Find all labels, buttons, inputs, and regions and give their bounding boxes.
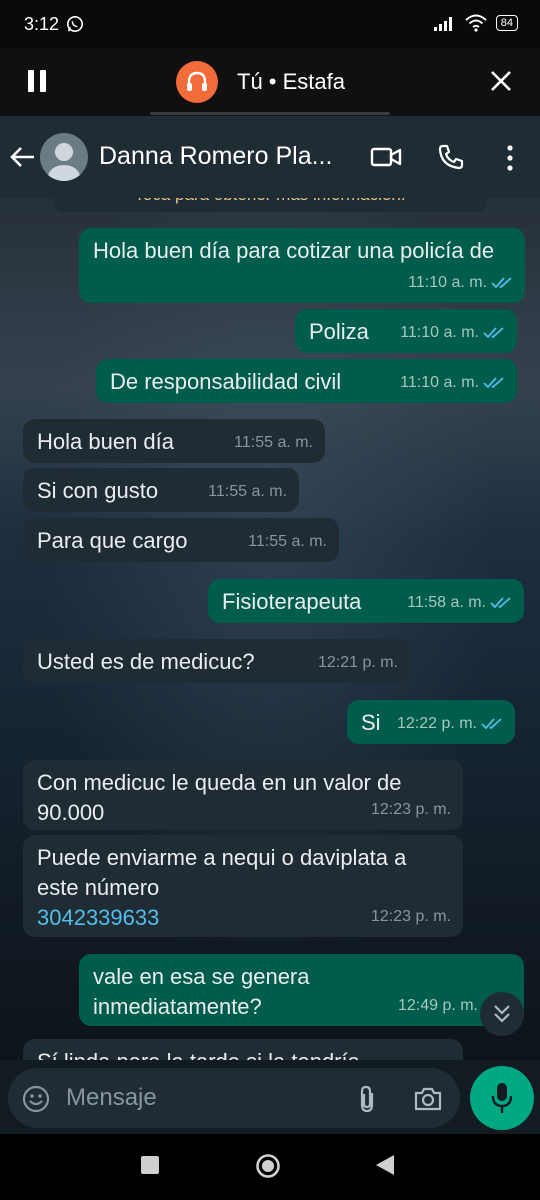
message-meta: 12:23 p. m.	[371, 902, 451, 932]
message-meta: 11:10 a. m.	[400, 368, 505, 398]
message-meta: 11:55 a. m.	[234, 428, 313, 458]
message-time: 11:55 a. m.	[248, 533, 327, 550]
double-chevron-down-icon	[494, 1005, 510, 1023]
status-time: 3:12	[24, 14, 60, 34]
read-ticks-icon	[491, 277, 512, 289]
battery-indicator: 84	[495, 15, 518, 31]
message-time: 11:10 a. m.	[400, 374, 479, 391]
message-incoming[interactable]: Con medicuc le queda en un valor de 90.0…	[23, 760, 463, 830]
message-text: Si con gusto	[37, 478, 159, 503]
message-text: Hola buen día	[37, 429, 174, 454]
attach-icon[interactable]	[354, 1084, 380, 1114]
read-ticks-icon	[481, 718, 502, 730]
scroll-to-bottom-button[interactable]	[480, 992, 524, 1036]
wifi-icon	[465, 14, 487, 32]
message-time: 12:49 p. m.	[397, 997, 478, 1014]
message-time: 12:23 p. m.	[370, 801, 451, 818]
call-divider	[150, 112, 390, 115]
message-time: 11:10 a. m.	[408, 274, 487, 291]
message-text: Fisioterapeuta	[222, 589, 362, 614]
message-meta: 12:23 p. m.	[371, 795, 451, 825]
signal-icon	[433, 17, 452, 31]
message-composer: Mensaje	[0, 1060, 540, 1134]
message-incoming[interactable]: Sí linda para la tarde si la tendría	[23, 1039, 463, 1060]
call-banner[interactable]: Tú • Estafa	[0, 48, 540, 114]
message-time: 12:21 p. m.	[317, 654, 398, 671]
phone-number-link[interactable]: 3042339633	[37, 905, 159, 930]
message-outgoing[interactable]: Fisioterapeuta 11:58 a. m.	[208, 579, 524, 623]
headphones-icon	[187, 71, 207, 91]
pause-icon[interactable]	[28, 70, 48, 92]
message-meta: 11:55 a. m.	[208, 477, 287, 507]
phone-call-icon[interactable]	[437, 143, 465, 171]
camera-icon[interactable]	[413, 1086, 443, 1112]
security-notice[interactable]: Toca para obtener más información.	[54, 198, 486, 212]
read-ticks-icon	[490, 597, 511, 609]
message-meta: 11:58 a. m.	[407, 588, 512, 618]
message-outgoing[interactable]: vale en esa se genera inmediatamente? 12…	[79, 954, 524, 1026]
recent-apps-icon[interactable]	[141, 1156, 159, 1174]
message-outgoing[interactable]: Hola buen día para cotizar una policía d…	[79, 228, 525, 303]
message-incoming[interactable]: Puede enviarme a nequi o daviplata a est…	[23, 835, 463, 937]
message-time: 12:22 p. m.	[396, 715, 477, 732]
message-text: vale en esa se genera inmediatamente?	[93, 964, 310, 1019]
message-outgoing[interactable]: De responsabilidad civil 11:10 a. m.	[96, 359, 517, 403]
more-options-icon[interactable]	[500, 144, 520, 172]
message-meta: 11:55 a. m.	[248, 527, 327, 557]
message-text: Usted es de medicuc?	[37, 649, 255, 674]
video-call-icon[interactable]	[370, 144, 402, 170]
voice-message-button[interactable]	[470, 1066, 534, 1130]
default-avatar-icon	[48, 143, 80, 181]
message-input[interactable]: Mensaje	[66, 1084, 157, 1112]
contact-name[interactable]: Danna Romero Pla...	[99, 142, 332, 171]
home-icon[interactable]	[255, 1153, 281, 1179]
message-meta: 12:21 p. m.	[318, 648, 398, 678]
message-incoming[interactable]: Hola buen día 11:55 a. m.	[23, 419, 325, 463]
read-ticks-icon	[483, 327, 504, 339]
call-title: Tú • Estafa	[237, 69, 345, 94]
message-text: Con medicuc le queda en un valor de 90.0…	[37, 770, 402, 825]
system-navigation-bar	[0, 1134, 540, 1200]
call-headphones-badge	[176, 61, 218, 103]
message-time: 12:23 p. m.	[370, 908, 451, 925]
status-bar: 3:12 84	[0, 0, 540, 48]
message-meta: 11:10 a. m.	[408, 268, 513, 298]
message-text: Hola buen día para cotizar una policía d…	[93, 238, 495, 263]
close-icon[interactable]	[490, 70, 512, 92]
whatsapp-icon	[66, 15, 84, 33]
message-meta: 12:22 p. m.	[397, 709, 503, 739]
back-triangle-icon[interactable]	[374, 1153, 396, 1177]
chat-header: Danna Romero Pla...	[0, 116, 540, 198]
message-text: De responsabilidad civil	[110, 369, 342, 394]
message-text: Para que cargo	[37, 528, 188, 553]
back-arrow-icon[interactable]	[8, 143, 36, 171]
message-time: 11:55 a. m.	[208, 483, 287, 500]
message-input-box[interactable]: Mensaje	[8, 1068, 460, 1128]
message-outgoing[interactable]: Poliza 11:10 a. m.	[295, 309, 517, 353]
message-time: 11:10 a. m.	[400, 324, 479, 341]
message-meta: 11:10 a. m.	[400, 318, 505, 348]
message-time: 11:55 a. m.	[234, 434, 313, 451]
message-incoming[interactable]: Para que cargo 11:55 a. m.	[23, 518, 339, 562]
message-time: 11:58 a. m.	[407, 594, 486, 611]
message-text: Poliza	[309, 319, 369, 344]
message-text: Si	[361, 710, 381, 735]
microphone-icon	[491, 1083, 513, 1113]
message-meta: 12:49 p. m.	[398, 991, 478, 1021]
avatar[interactable]	[40, 133, 88, 181]
emoji-icon[interactable]	[22, 1085, 50, 1113]
message-text: Sí linda para la tarde si la tendría	[37, 1049, 360, 1060]
chat-area[interactable]: Toca para obtener más información. Hola …	[0, 198, 540, 1060]
message-incoming[interactable]: Si con gusto 11:55 a. m.	[23, 468, 299, 512]
status-indicators: 84	[433, 14, 518, 32]
message-outgoing[interactable]: Si 12:22 p. m.	[347, 700, 515, 744]
read-ticks-icon	[483, 377, 504, 389]
message-incoming[interactable]: Usted es de medicuc? 12:21 p. m.	[23, 639, 410, 683]
message-text: Puede enviarme a nequi o daviplata a est…	[37, 845, 407, 900]
